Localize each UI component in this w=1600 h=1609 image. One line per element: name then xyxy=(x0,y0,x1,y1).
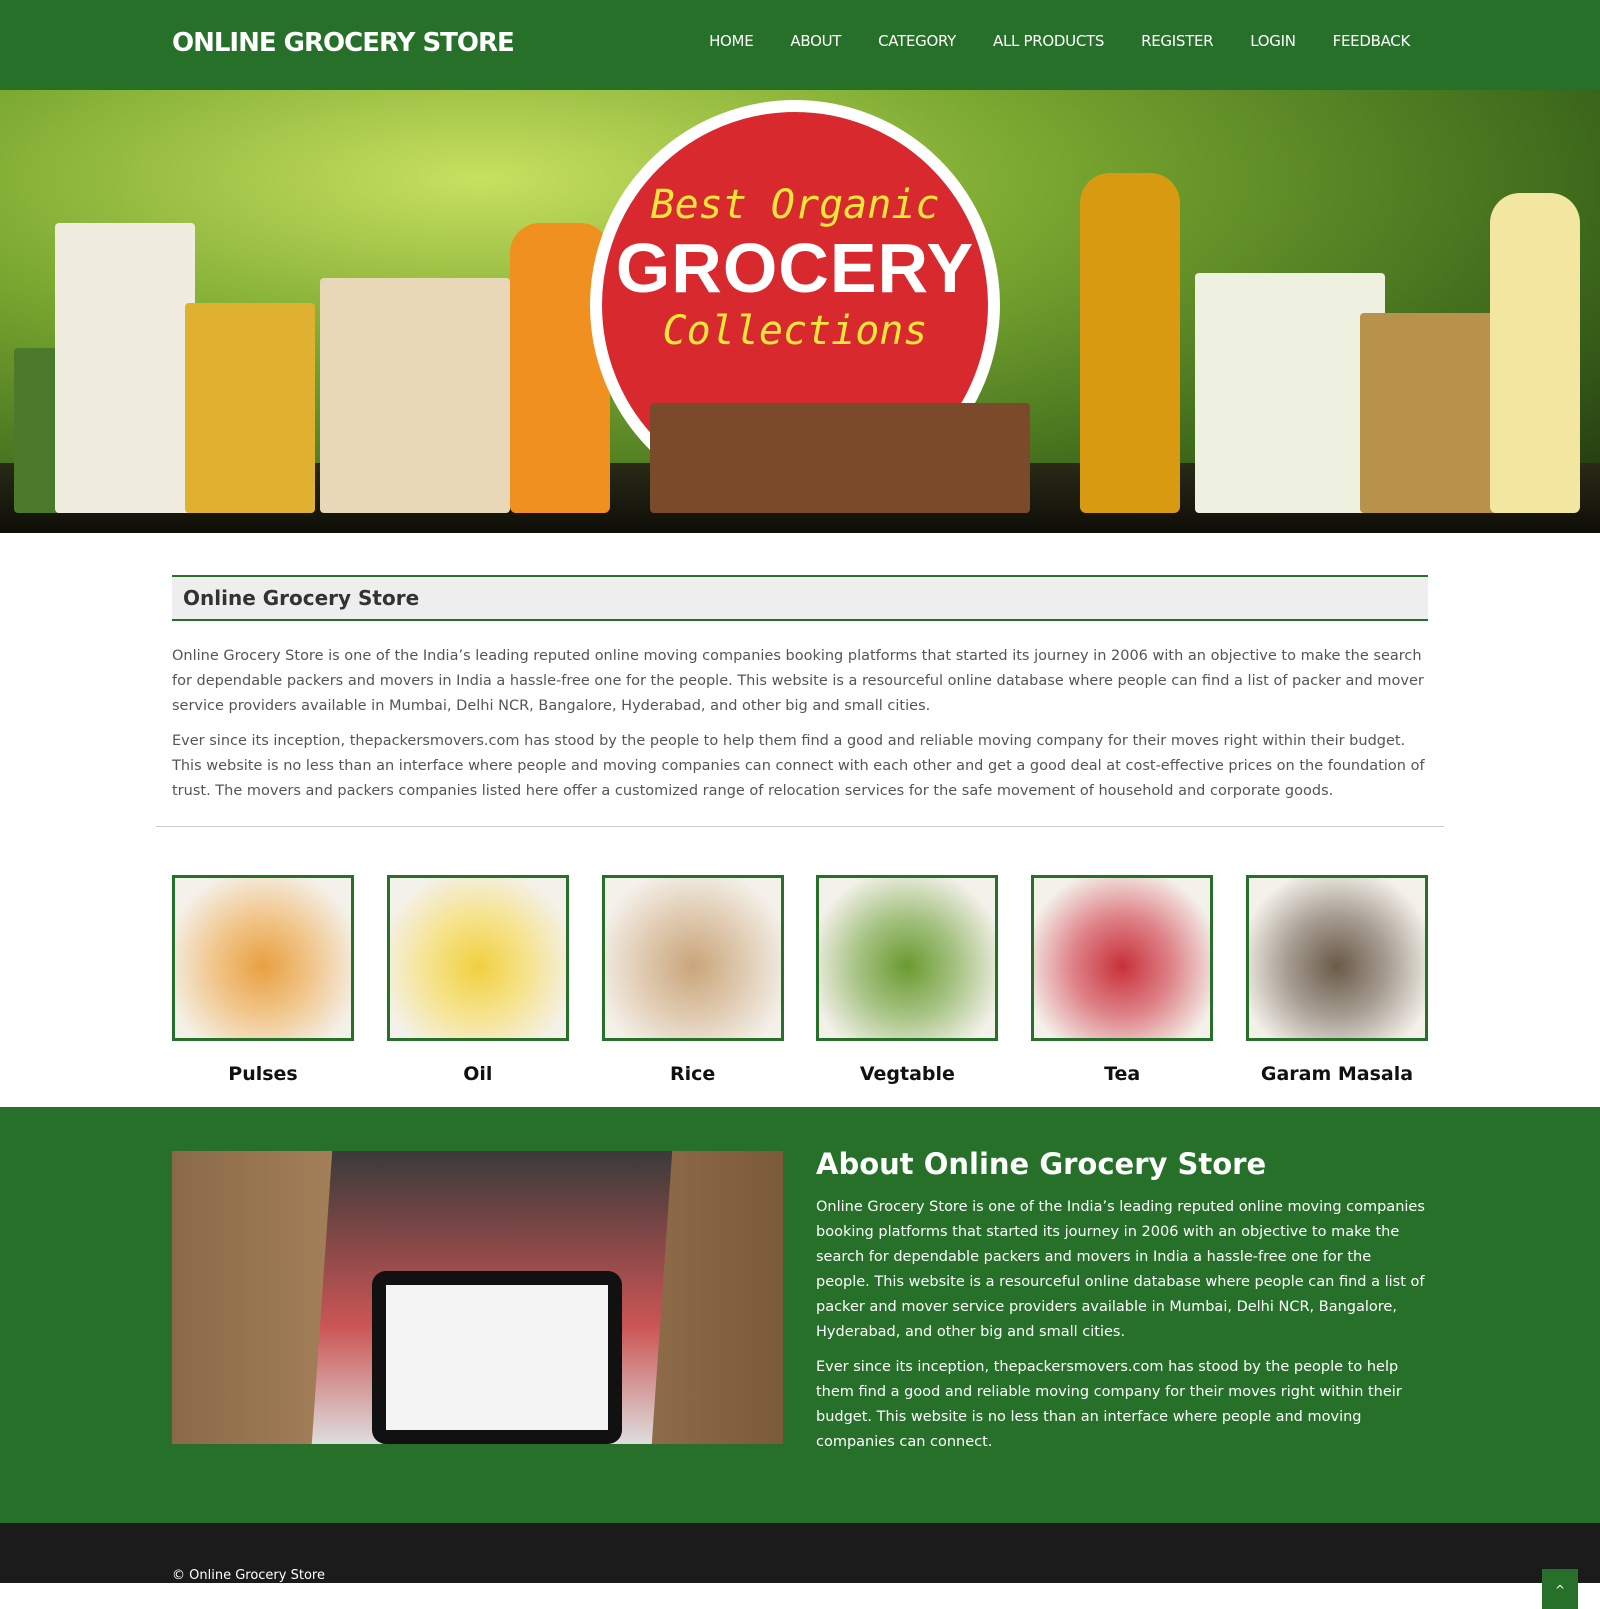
nav-home[interactable]: HOME xyxy=(709,32,754,50)
category-image[interactable] xyxy=(1245,875,1428,1041)
about-title: About Online Grocery Store xyxy=(816,1147,1267,1181)
product-image xyxy=(650,403,1030,513)
intro-text: Online Grocery Store is one of the India… xyxy=(172,644,1428,814)
copyright: © Online Grocery Store xyxy=(172,1568,325,1583)
category-card-garam-masala[interactable]: Garam Masala xyxy=(1245,875,1428,1085)
category-label[interactable]: Vegtable xyxy=(816,1063,998,1085)
about-section: About Online Grocery Store Online Grocer… xyxy=(0,1107,1600,1523)
category-card-vegtable[interactable]: Vegtable xyxy=(816,875,999,1085)
nav-about[interactable]: ABOUT xyxy=(790,32,841,50)
category-card-tea[interactable]: Tea xyxy=(1031,875,1214,1085)
product-image xyxy=(1490,193,1580,513)
category-card-oil[interactable]: Oil xyxy=(386,875,569,1085)
category-card-pulses[interactable]: Pulses xyxy=(172,875,354,1085)
brand-logo[interactable]: ONLINE GROCERY STORE xyxy=(172,28,515,58)
back-to-top-button[interactable]: ^ xyxy=(1542,1569,1578,1609)
nav-register[interactable]: REGISTER xyxy=(1141,32,1213,50)
hero-banner: Best Organic GROCERY Collections xyxy=(0,90,1600,533)
tablet-graphic xyxy=(372,1271,622,1444)
category-image[interactable] xyxy=(816,875,999,1041)
category-image[interactable] xyxy=(601,875,784,1041)
category-image[interactable] xyxy=(172,875,354,1041)
section-title: Online Grocery Store xyxy=(172,575,1428,621)
intro-paragraph: Online Grocery Store is one of the India… xyxy=(172,648,1424,714)
nav-category[interactable]: CATEGORY xyxy=(878,32,956,50)
intro-paragraph: Ever since its inception, thepackersmove… xyxy=(172,733,1425,799)
header: ONLINE GROCERY STORE HOME ABOUT CATEGORY… xyxy=(0,0,1600,90)
main-nav: HOME ABOUT CATEGORY ALL PRODUCTS REGISTE… xyxy=(709,32,1410,50)
hero-line2: GROCERY xyxy=(615,229,975,307)
category-image[interactable] xyxy=(1031,875,1214,1041)
product-image xyxy=(1360,313,1500,513)
category-label[interactable]: Rice xyxy=(602,1063,784,1085)
product-image xyxy=(320,278,510,513)
category-label[interactable]: Pulses xyxy=(172,1063,354,1085)
category-image[interactable] xyxy=(386,875,569,1041)
product-image xyxy=(185,303,315,513)
about-image xyxy=(172,1151,783,1444)
category-label[interactable]: Tea xyxy=(1031,1063,1213,1085)
footer: © Online Grocery Store ^ xyxy=(0,1523,1600,1609)
nav-login[interactable]: LOGIN xyxy=(1250,32,1296,50)
category-label[interactable]: Oil xyxy=(387,1063,569,1085)
nav-all-products[interactable]: ALL PRODUCTS xyxy=(993,32,1104,50)
about-paragraph: Ever since its inception, thepackersmove… xyxy=(816,1359,1402,1450)
category-label[interactable]: Garam Masala xyxy=(1246,1063,1428,1085)
product-image xyxy=(1080,173,1180,513)
divider xyxy=(156,826,1444,827)
category-card-rice[interactable]: Rice xyxy=(601,875,784,1085)
about-paragraph: Online Grocery Store is one of the India… xyxy=(816,1199,1425,1340)
hero-line1: Best Organic xyxy=(650,182,940,228)
product-image xyxy=(1195,273,1385,513)
category-grid: Pulses Oil Rice Vegtable Tea Garam Masala xyxy=(172,875,1428,1085)
hero-line3: Collections xyxy=(662,308,928,354)
product-image xyxy=(55,223,195,513)
nav-feedback[interactable]: FEEDBACK xyxy=(1333,32,1411,50)
